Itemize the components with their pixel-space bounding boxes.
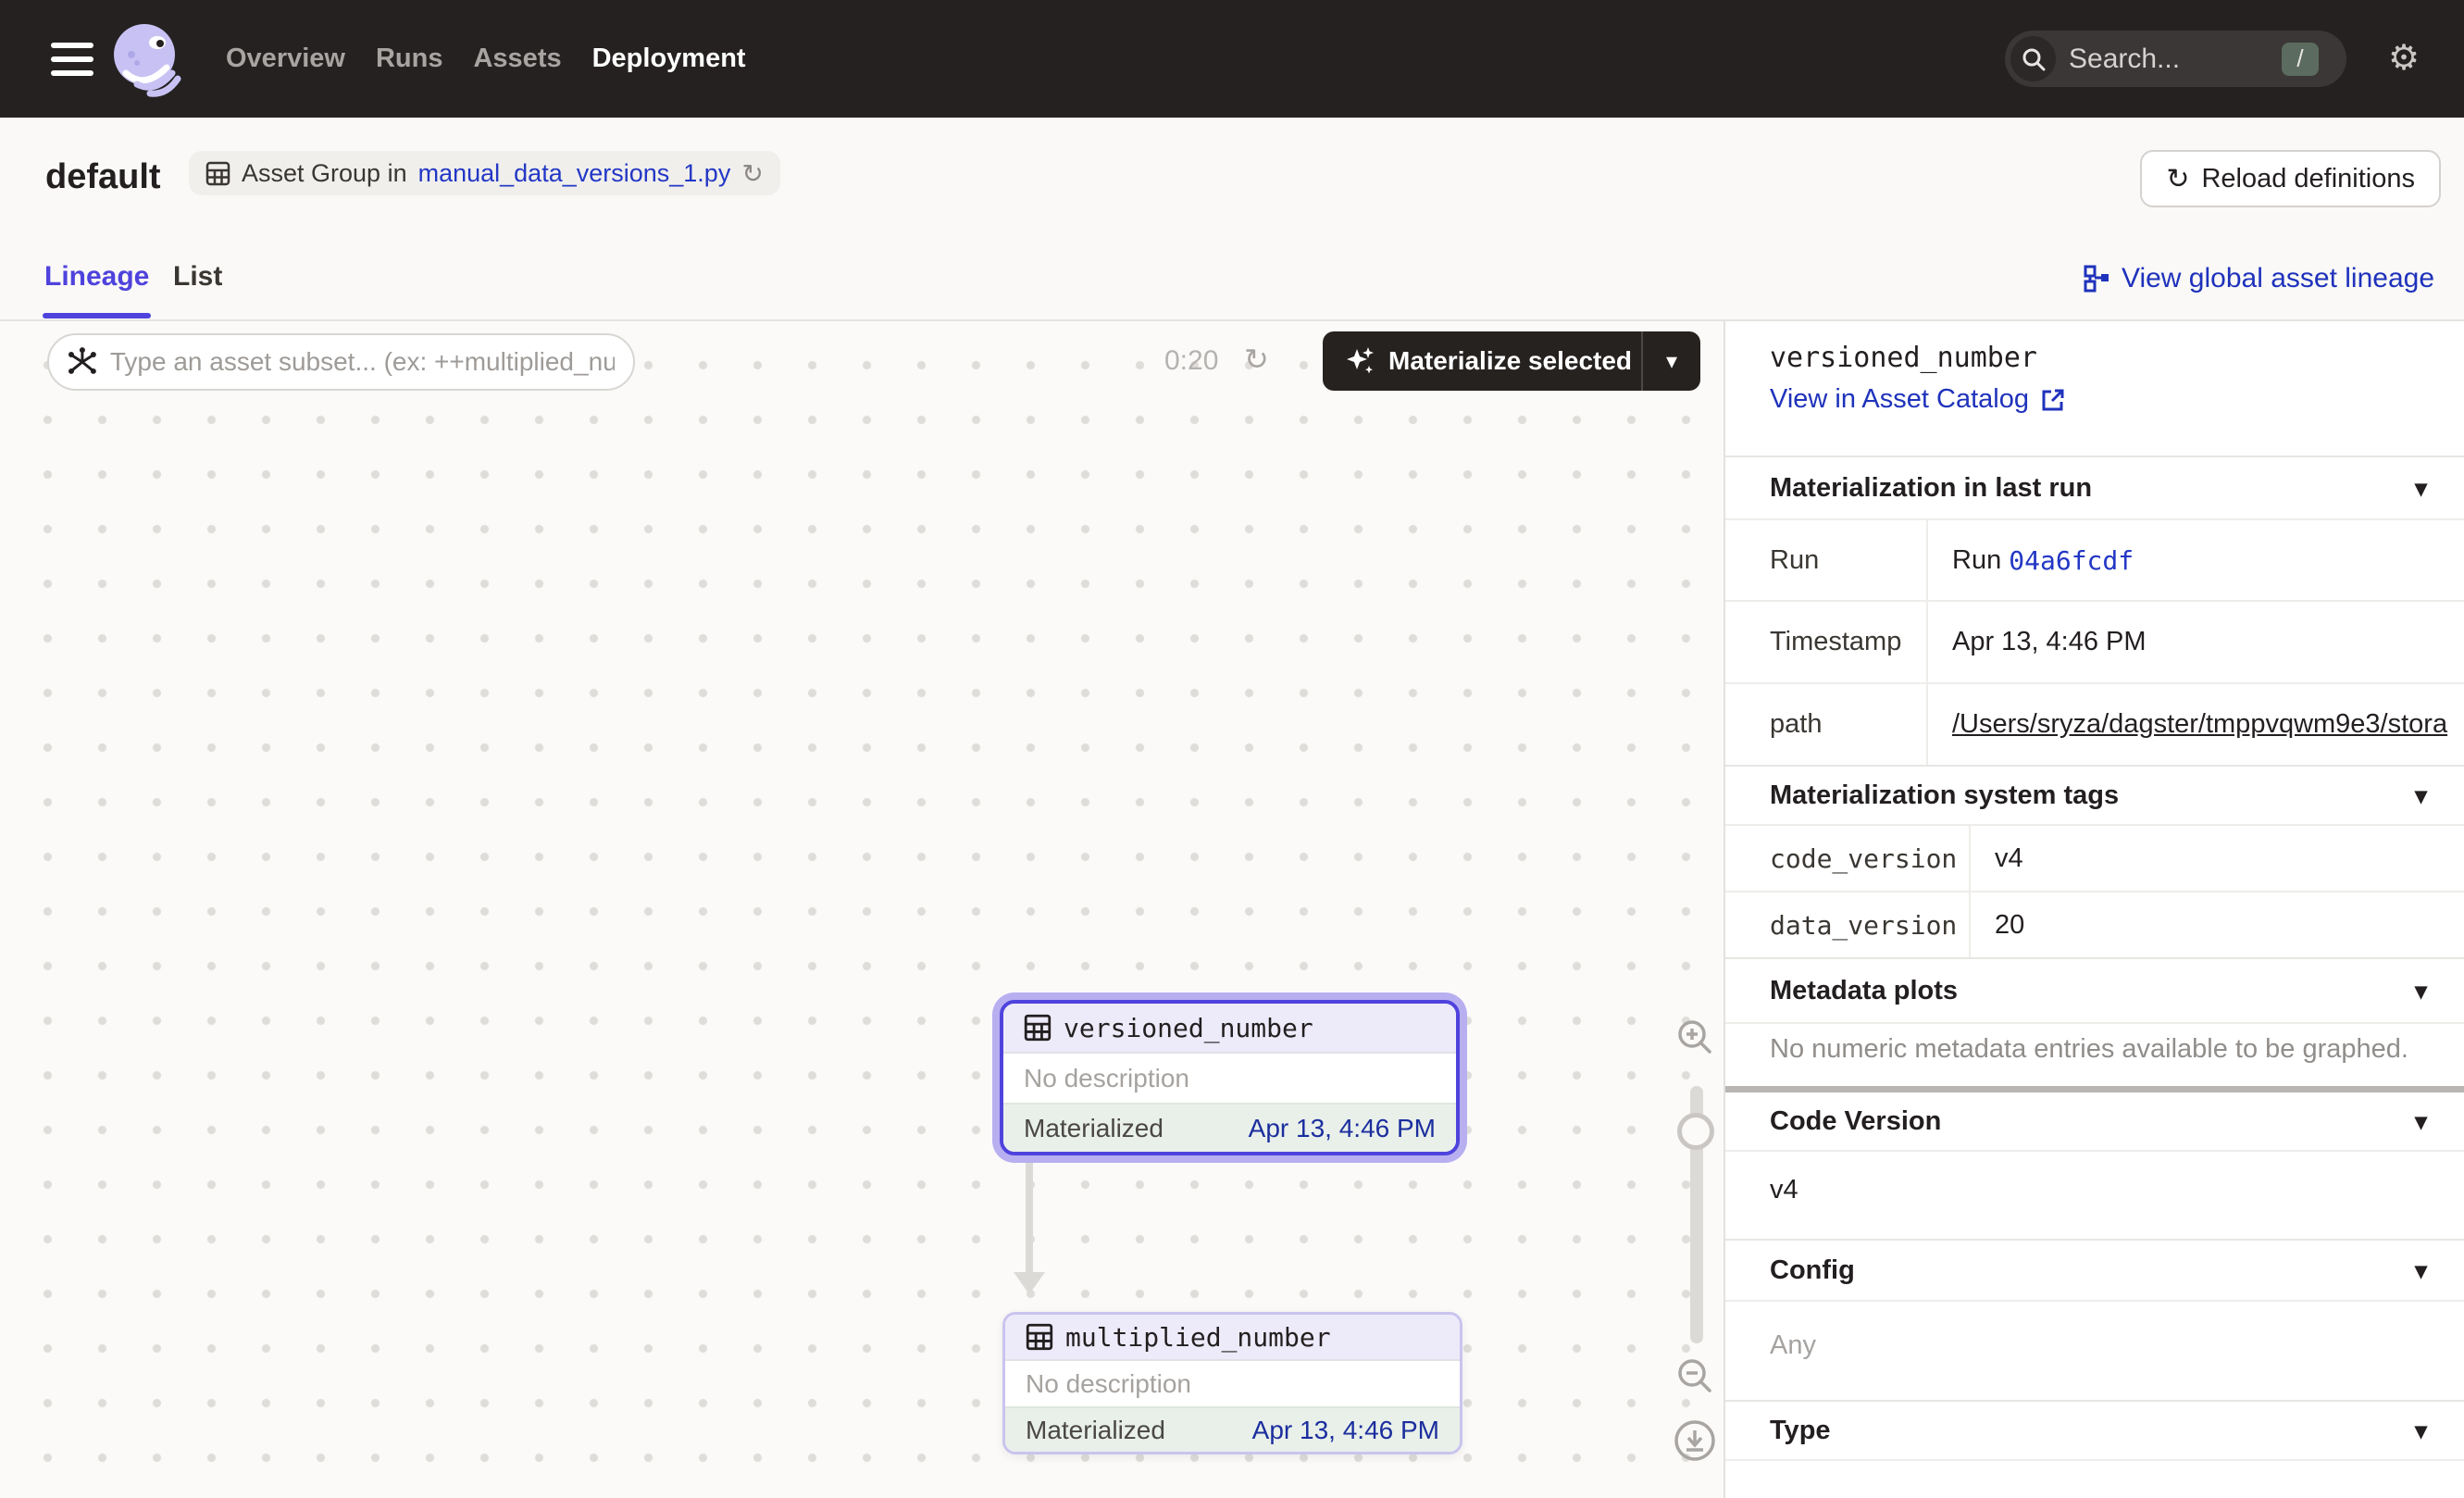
external-link-icon <box>2040 387 2066 413</box>
search-icon <box>2010 36 2056 81</box>
chevron-down-icon: ▾ <box>2415 977 2427 1005</box>
refresh-timer: 0:20 <box>1164 345 1218 377</box>
asset-node-timestamp[interactable]: Apr 13, 4:46 PM <box>1252 1416 1439 1445</box>
asset-node-description: No description <box>1005 1361 1460 1406</box>
asset-detail-sidebar: versioned_number View in Asset Catalog M… <box>1724 321 2464 1498</box>
reload-definitions-button[interactable]: ↻ Reload definitions <box>2140 150 2441 207</box>
table-row: data_version 20 <box>1725 891 2464 957</box>
view-global-asset-lineage-link[interactable]: View global asset lineage <box>2083 263 2434 294</box>
asset-node-status: Materialized <box>1026 1416 1165 1445</box>
asset-node-timestamp[interactable]: Apr 13, 4:46 PM <box>1249 1114 1436 1143</box>
section-materialization-last-run[interactable]: Materialization in last run▾ <box>1725 456 2464 518</box>
asset-node-versioned-number[interactable]: versioned_number No description Material… <box>1000 1000 1460 1155</box>
app-root: Overview Runs Assets Deployment Search..… <box>0 0 2464 1498</box>
table-row: path /Users/sryza/dagster/tmppvqwm9e3/st… <box>1725 682 2464 765</box>
reload-icon: ↻ <box>2166 163 2189 195</box>
asset-subset-input[interactable]: Type an asset subset... (ex: ++multiplie… <box>47 333 635 391</box>
tab-lineage[interactable]: Lineage <box>44 261 149 293</box>
asset-node-name: multiplied_number <box>1065 1322 1331 1353</box>
asset-node-status: Materialized <box>1024 1114 1164 1143</box>
config-value: Any <box>1770 1330 1816 1361</box>
page-header: default Asset Group in manual_data_versi… <box>0 118 2464 241</box>
zoom-slider-handle[interactable] <box>1677 1113 1714 1150</box>
asset-table-icon <box>1026 1323 1053 1351</box>
primary-nav: Overview Runs Assets Deployment <box>226 0 746 118</box>
zoom-out-icon[interactable] <box>1675 1356 1714 1395</box>
settings-gear-icon[interactable]: ⚙ <box>2388 41 2420 76</box>
dagster-logo[interactable] <box>109 21 185 97</box>
tab-list[interactable]: List <box>173 261 222 293</box>
search-input[interactable]: Search... / <box>2005 31 2346 87</box>
panel-splitter[interactable] <box>1725 1086 2464 1092</box>
download-image-icon[interactable] <box>1674 1419 1716 1462</box>
asset-node-multiplied-number[interactable]: multiplied_number No description Materia… <box>1002 1312 1462 1454</box>
section-config[interactable]: Config▾ <box>1725 1239 2464 1300</box>
search-shortcut-key: / <box>2282 43 2319 76</box>
asset-node-description: No description <box>1003 1054 1456 1103</box>
table-row: code_version v4 <box>1725 824 2464 891</box>
lineage-edge <box>1026 1159 1033 1274</box>
sidebar-asset-title: versioned_number <box>1770 342 2037 374</box>
asset-group-label: Asset Group in <box>242 159 407 188</box>
nav-item-overview[interactable]: Overview <box>226 44 345 74</box>
metadata-plots-empty-message: No numeric metadata entries available to… <box>1770 1034 2408 1065</box>
chevron-down-icon: ▾ <box>2415 1256 2427 1285</box>
section-code-version[interactable]: Code Version▾ <box>1725 1092 2464 1150</box>
table-row: Run Run 04a6fcdf <box>1725 518 2464 600</box>
asset-node-name: versioned_number <box>1064 1013 1313 1043</box>
sparkle-icon <box>1345 345 1376 377</box>
table-row: Timestamp Apr 13, 4:46 PM <box>1725 600 2464 682</box>
section-type[interactable]: Type▾ <box>1725 1400 2464 1459</box>
nav-item-assets[interactable]: Assets <box>473 44 561 74</box>
asset-subset-placeholder: Type an asset subset... (ex: ++multiplie… <box>110 347 615 377</box>
code-version-value: v4 <box>1770 1175 1798 1205</box>
asset-group-table-icon <box>205 161 230 186</box>
search-placeholder: Search... <box>2069 44 2282 75</box>
lineage-canvas[interactable]: Type an asset subset... (ex: ++multiplie… <box>0 321 1724 1498</box>
chevron-down-icon: ▾ <box>2415 1417 2427 1445</box>
materialize-dropdown-caret[interactable]: ▾ <box>1641 331 1700 391</box>
path-link[interactable]: /Users/sryza/dagster/tmppvqwm9e3/stora <box>1952 709 2447 740</box>
badge-refresh-icon[interactable]: ↻ <box>741 158 763 189</box>
chevron-down-icon: ▾ <box>2415 1107 2427 1136</box>
canvas-refresh-icon[interactable]: ↻ <box>1244 342 1269 377</box>
run-link[interactable]: Run 04a6fcdf <box>1928 520 2464 600</box>
tabs-row: Lineage List View global asset lineage <box>0 241 2464 321</box>
nav-item-runs[interactable]: Runs <box>376 44 443 74</box>
page-title: default <box>45 157 161 197</box>
asset-group-file-link[interactable]: manual_data_versions_1.py <box>418 159 731 187</box>
section-materialization-system-tags[interactable]: Materialization system tags▾ <box>1725 765 2464 824</box>
lineage-edge-arrowhead <box>1014 1272 1045 1294</box>
chevron-down-icon: ▾ <box>2415 474 2427 503</box>
hamburger-menu-icon[interactable] <box>51 43 93 76</box>
chevron-down-icon: ▾ <box>2415 781 2427 810</box>
zoom-in-icon[interactable] <box>1675 1017 1714 1056</box>
asset-table-icon <box>1024 1014 1052 1042</box>
materialize-selected-button[interactable]: Materialize selected ▾ <box>1323 331 1700 391</box>
asset-group-badge: Asset Group in manual_data_versions_1.py… <box>189 151 780 195</box>
view-in-asset-catalog-link[interactable]: View in Asset Catalog <box>1770 384 2066 415</box>
section-metadata-plots[interactable]: Metadata plots▾ <box>1725 957 2464 1022</box>
asset-graph-icon <box>68 347 97 377</box>
lineage-graph-icon <box>2083 265 2110 293</box>
top-navbar: Overview Runs Assets Deployment Search..… <box>0 0 2464 118</box>
nav-item-deployment[interactable]: Deployment <box>592 44 746 74</box>
